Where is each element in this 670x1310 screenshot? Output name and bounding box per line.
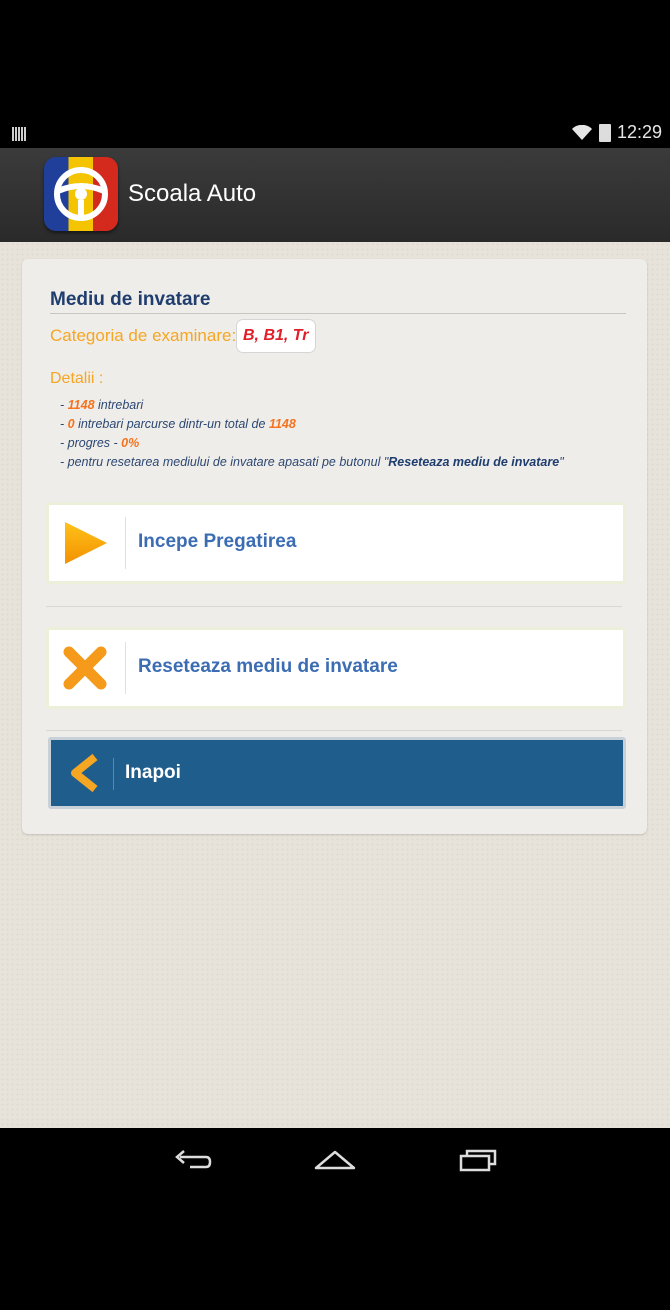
detail-questions: - 1148 intrebari [60, 398, 144, 412]
questions-text: intrebari [98, 398, 144, 412]
back-button[interactable]: Inapoi [48, 737, 626, 809]
button-separator [125, 517, 126, 569]
main-content: Mediu de invatare Categoria de examinare… [0, 242, 670, 1128]
card-title: Mediu de invatare [50, 289, 211, 310]
status-bar: 12:29 [0, 120, 670, 148]
learning-card: Mediu de invatare Categoria de examinare… [22, 259, 647, 834]
wifi-icon [571, 124, 592, 140]
chevron-left-icon [71, 753, 98, 793]
close-x-icon [63, 646, 107, 690]
start-button-label: Incepe Pregatirea [138, 531, 297, 552]
progress-value: 0% [121, 436, 140, 450]
divider [46, 606, 622, 607]
detail-progress: - progres - 0% [60, 436, 140, 450]
details-list: - 1148 intrebari - 0 intrebari parcurse … [60, 396, 564, 472]
category-badge: B, B1, Tr [236, 319, 316, 353]
home-icon[interactable] [313, 1144, 357, 1174]
app-icon[interactable] [44, 157, 118, 231]
details-label: Detalii : [50, 370, 104, 387]
reset-button-label: Reseteaza mediu de invatare [138, 656, 398, 677]
app-title: Scoala Auto [128, 180, 257, 207]
reset-button-ref: Reseteaza mediu de invatare [388, 455, 560, 469]
start-button[interactable]: Incepe Pregatirea [46, 502, 626, 584]
progress-text: progres - [67, 436, 118, 450]
status-time: 12:29 [616, 122, 662, 142]
detail-covered: - 0 intrebari parcurse dintr-un total de… [60, 417, 296, 431]
status-icons: 12:29 [571, 122, 662, 143]
recents-icon[interactable] [457, 1144, 501, 1174]
play-icon [65, 522, 107, 564]
reset-hint-text: pentru resetarea mediului de invatare ap… [67, 455, 381, 469]
top-letterbox [0, 0, 670, 120]
detail-reset-hint: - pentru resetarea mediului de invatare … [60, 455, 564, 469]
steering-wheel-icon [54, 167, 108, 221]
covered-count: 0 [67, 417, 75, 431]
category-label: Categoria de examinare: [50, 326, 237, 345]
navigation-bar [0, 1128, 670, 1191]
notification-icon [12, 127, 26, 141]
button-separator [125, 642, 126, 694]
back-icon[interactable] [170, 1144, 214, 1174]
back-button-label: Inapoi [125, 762, 181, 783]
covered-text: intrebari parcurse dintr-un total de [78, 417, 266, 431]
reset-button[interactable]: Reseteaza mediu de invatare [46, 627, 626, 709]
battery-icon [598, 123, 611, 142]
total-count: 1148 [268, 417, 296, 431]
divider [50, 313, 626, 314]
action-bar: Scoala Auto [0, 148, 670, 242]
questions-count: 1148 [67, 398, 95, 412]
divider [46, 730, 622, 731]
button-separator [113, 758, 114, 790]
